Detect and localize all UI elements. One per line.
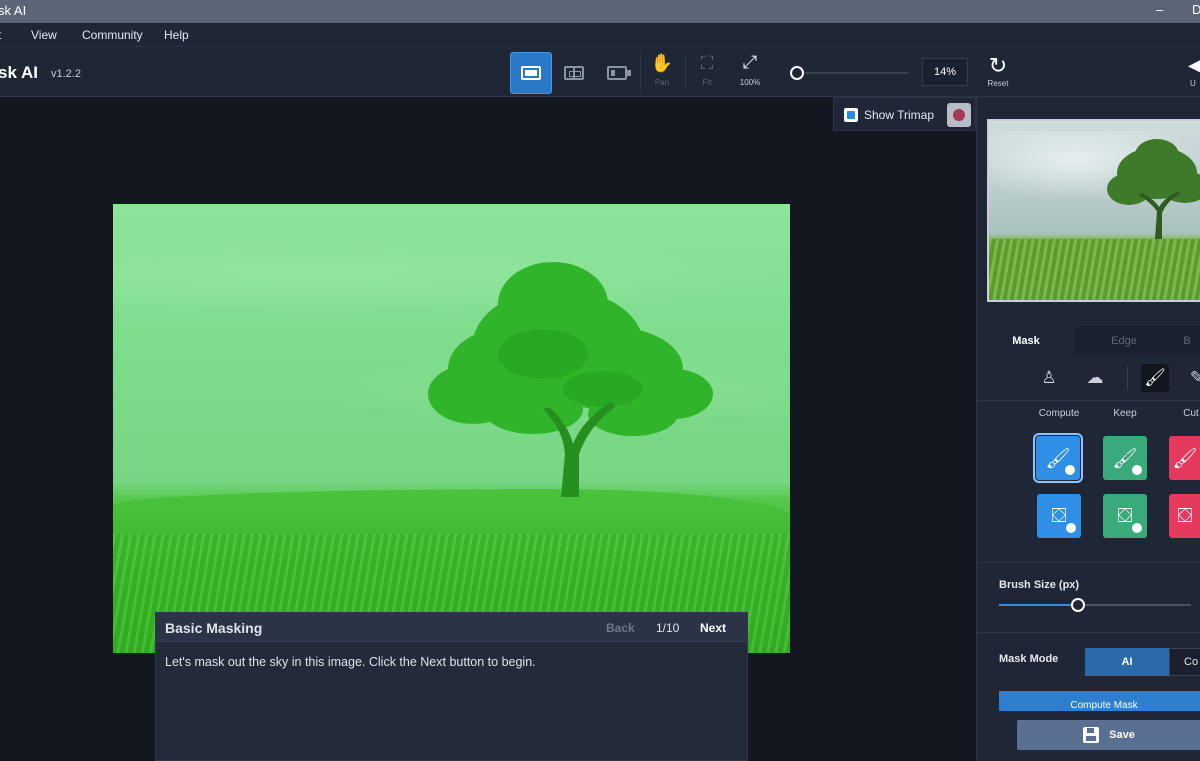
cut-brush-button[interactable]: 🖌 xyxy=(1169,436,1200,480)
tutorial-title: Basic Masking xyxy=(165,620,263,636)
toolbar-divider xyxy=(685,53,686,91)
paint-bucket-icon: ⛋ xyxy=(1051,504,1067,527)
compute-brush-button[interactable]: 🖌 xyxy=(1033,433,1083,483)
panel-divider xyxy=(977,400,1200,401)
menu-bar: t View Community Help xyxy=(0,23,1200,47)
pen-tool-icon[interactable]: ✎ xyxy=(1183,364,1200,392)
tree-illustration xyxy=(428,262,713,497)
mask-mode-ai-button[interactable]: AI xyxy=(1085,648,1169,676)
pan-label: Pan xyxy=(654,78,670,87)
person-select-icon[interactable]: ♙ xyxy=(1035,364,1063,392)
mask-mode-other-button[interactable]: Co xyxy=(1169,648,1200,676)
cut-column-label: Cut xyxy=(1183,408,1199,419)
minimize-button[interactable]: – xyxy=(1156,2,1163,17)
menu-help[interactable]: Help xyxy=(164,28,189,42)
toolbar-divider xyxy=(640,53,641,91)
navigator-thumbnail[interactable] xyxy=(987,119,1200,302)
paint-bucket-icon: ⛋ xyxy=(1177,504,1193,527)
show-trimap-checkbox[interactable] xyxy=(844,108,858,122)
window-title: sk AI xyxy=(0,3,27,18)
tutorial-body: Let's mask out the sky in this image. Cl… xyxy=(165,655,536,669)
gear-icon xyxy=(1066,523,1076,533)
split-view-button[interactable] xyxy=(553,52,595,94)
mask-tool-row: ♙ ☁ 🖌 ✎ xyxy=(977,356,1200,400)
gear-icon xyxy=(1065,465,1075,475)
save-bar: Save xyxy=(977,711,1200,761)
compute-mask-button[interactable]: Compute Mask xyxy=(999,691,1200,713)
image-canvas[interactable]: Show Trimap Basic Masking Back 1/10 Next… xyxy=(0,97,976,761)
side-by-side-view-button[interactable] xyxy=(596,52,638,94)
save-label: Save xyxy=(1109,729,1135,741)
brush-size-slider-fill xyxy=(999,604,1078,606)
zoom-level-field[interactable]: 14% xyxy=(922,58,968,86)
undo-icon: ◀ xyxy=(1188,55,1200,75)
plus-icon xyxy=(1132,523,1142,533)
keep-fill-button[interactable]: ⛋ xyxy=(1103,494,1147,538)
object-select-icon[interactable]: ☁ xyxy=(1081,364,1109,392)
panel-divider xyxy=(977,632,1200,633)
app-name: sk AI xyxy=(0,63,39,82)
mask-tab-bar: Mask Edge B xyxy=(977,326,1200,356)
single-view-button[interactable] xyxy=(510,52,552,94)
tab-background[interactable]: B xyxy=(1173,326,1200,356)
trimap-color-swatch[interactable] xyxy=(947,103,971,127)
show-trimap-toggle[interactable]: Show Trimap xyxy=(833,97,976,131)
undo-label: U xyxy=(1190,79,1196,88)
keep-column-label: Keep xyxy=(1113,408,1137,419)
expand-icon: ⤢ xyxy=(742,52,758,72)
maximize-button[interactable]: D xyxy=(1192,2,1200,17)
panel-divider xyxy=(977,562,1200,563)
masked-image[interactable] xyxy=(113,204,790,653)
show-trimap-label: Show Trimap xyxy=(864,108,935,122)
tutorial-dialog: Basic Masking Back 1/10 Next Let's mask … xyxy=(155,612,748,761)
thumbnail-tree xyxy=(1107,139,1200,239)
tab-edge[interactable]: Edge xyxy=(1075,326,1173,356)
app-window: sk AI – D t View Community Help sk AI v1… xyxy=(0,0,1200,761)
single-view-icon xyxy=(521,66,541,80)
floppy-disk-icon xyxy=(1083,727,1100,743)
fit-label: Fit xyxy=(702,78,712,87)
tutorial-next-button[interactable]: Next xyxy=(700,621,726,635)
tutorial-header: Basic Masking Back 1/10 Next xyxy=(156,613,747,642)
hand-icon: ✋ xyxy=(650,53,674,73)
keep-brush-button[interactable]: 🖌 xyxy=(1103,436,1147,480)
toolbar: sk AI v1.2.2 ✋ Pan ⛶ Fit ⤢ 100% 14% ↻ Re… xyxy=(0,47,1200,97)
zoom-slider-handle[interactable] xyxy=(790,66,804,80)
save-button[interactable]: Save xyxy=(1017,720,1200,750)
right-panel: Mask Edge B ♙ ☁ 🖌 ✎ Compute Keep Cut 🖌 🖌… xyxy=(976,97,1200,761)
tab-mask[interactable]: Mask xyxy=(977,326,1075,356)
compute-column-label: Compute xyxy=(1038,408,1080,419)
brush-size-slider-handle[interactable] xyxy=(1070,598,1085,612)
compute-fill-button[interactable]: ⛋ xyxy=(1037,494,1081,538)
side-by-side-view-icon xyxy=(607,66,631,80)
brush-icon: 🖌 xyxy=(1172,447,1198,470)
tutorial-page-indicator: 1/10 xyxy=(656,621,680,635)
brush-size-label: Brush Size (px) xyxy=(999,579,1080,591)
zoom-slider-track[interactable] xyxy=(796,72,908,74)
menu-view[interactable]: View xyxy=(31,28,57,42)
tutorial-back-button[interactable]: Back xyxy=(606,621,635,635)
fit-icon: ⛶ xyxy=(700,53,714,73)
mask-mode-label: Mask Mode xyxy=(999,653,1059,665)
app-version: v1.2.2 xyxy=(51,68,81,80)
full-size-label: 100% xyxy=(739,78,761,87)
reset-label: Reset xyxy=(987,79,1009,88)
plus-icon xyxy=(1132,465,1142,475)
title-bar: sk AI – D xyxy=(0,0,1200,23)
paint-bucket-icon: ⛋ xyxy=(1117,504,1133,527)
tool-row-divider xyxy=(1127,366,1128,390)
cut-fill-button[interactable]: ⛋ xyxy=(1169,494,1200,538)
menu-edit[interactable]: t xyxy=(0,28,1,42)
reset-icon: ↻ xyxy=(988,53,1008,78)
menu-community[interactable]: Community xyxy=(82,28,143,42)
split-view-icon xyxy=(564,66,584,80)
brush-tool-icon[interactable]: 🖌 xyxy=(1141,364,1169,392)
